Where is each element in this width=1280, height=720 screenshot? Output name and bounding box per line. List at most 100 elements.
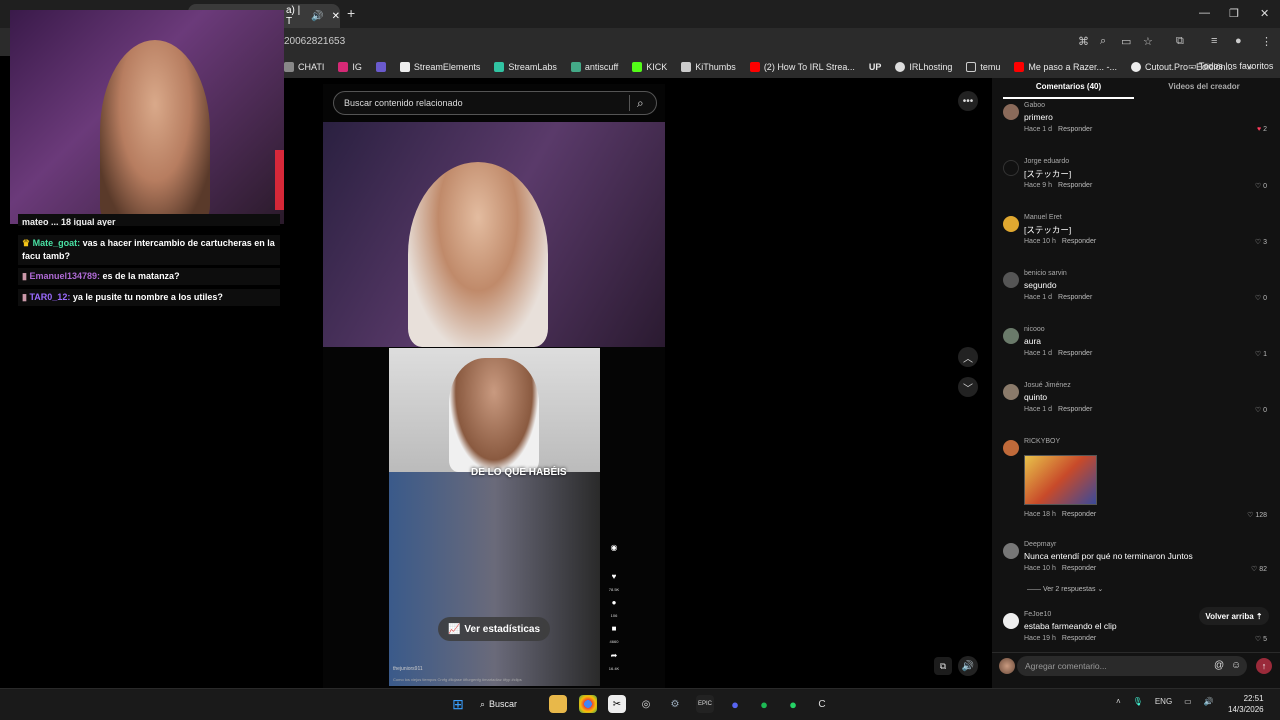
translate-icon[interactable]: ⌘	[1078, 35, 1089, 48]
discord-icon[interactable]: ●	[726, 695, 744, 713]
comment-user[interactable]: Jorge eduardo	[1024, 158, 1069, 165]
steam-icon[interactable]: ⚙	[666, 695, 684, 713]
view-stats-button[interactable]: 📈 Ver estadísticas	[438, 617, 550, 641]
like-button[interactable]: ♡ 1	[1255, 350, 1267, 358]
send-button[interactable]: ↑	[1256, 658, 1272, 674]
minimize-icon[interactable]: —	[1199, 7, 1210, 19]
avatar[interactable]	[1003, 543, 1019, 559]
avatar[interactable]	[1003, 216, 1019, 232]
app-icon[interactable]: C	[813, 695, 831, 713]
avatar[interactable]	[1003, 613, 1019, 629]
sticker-image[interactable]	[1024, 455, 1097, 505]
share-icon[interactable]: ➦	[606, 651, 622, 660]
bookmark-star-icon[interactable]: ☆	[1143, 35, 1153, 48]
menu-kebab-icon[interactable]: ⋮	[1261, 35, 1272, 48]
video-author[interactable]: thejuniors911	[393, 666, 423, 672]
comment-user[interactable]: Gaboo	[1024, 102, 1045, 109]
url-text[interactable]: 20062821653	[284, 36, 345, 47]
media-icon[interactable]: ≡	[1211, 35, 1217, 47]
mention-icon[interactable]: @	[1214, 660, 1224, 671]
windows-start-icon[interactable]: ⊞	[449, 695, 467, 713]
close-window-icon[interactable]: ✕	[1260, 7, 1269, 20]
reply-button[interactable]: Responder	[1058, 406, 1092, 413]
like-icon[interactable]: ♥	[606, 572, 622, 581]
next-video-icon[interactable]: ﹀	[958, 377, 978, 397]
avatar[interactable]	[1003, 104, 1019, 120]
comment-user[interactable]: RICKYBOY	[1024, 438, 1060, 445]
comment-input[interactable]: Agregar comentario...	[1017, 656, 1247, 676]
all-favorites-folder[interactable]: ▭ Todos los favoritos	[1188, 61, 1273, 72]
avatar[interactable]	[1003, 384, 1019, 400]
creator-avatar[interactable]: ◉	[606, 543, 622, 552]
bookmark-item[interactable]	[375, 62, 386, 72]
search-icon[interactable]: ⌕	[637, 96, 644, 111]
new-tab-button[interactable]: +	[347, 5, 355, 21]
volume-icon[interactable]: 🔊	[958, 656, 978, 676]
comment-user[interactable]: nicooo	[1024, 326, 1045, 333]
tab-creator-videos[interactable]: Videos del creador	[1134, 82, 1274, 97]
like-button[interactable]: ♡ 128	[1247, 511, 1267, 519]
profile-avatar[interactable]: ●	[1235, 35, 1242, 47]
bookmark-item[interactable]: (2) How To IRL Strea...	[749, 62, 855, 72]
obs-icon[interactable]: ◎	[637, 695, 655, 713]
extensions-icon[interactable]: ⧉	[1176, 35, 1184, 48]
language-indicator[interactable]: ENG	[1155, 697, 1172, 706]
save-icon[interactable]: ■	[606, 624, 622, 633]
previous-video-icon[interactable]: ︿	[958, 347, 978, 367]
close-tab-icon[interactable]: ✕	[332, 11, 340, 22]
bookmark-item[interactable]: IG	[338, 62, 362, 72]
avatar[interactable]	[1003, 440, 1019, 456]
reply-button[interactable]: Responder	[1058, 350, 1092, 357]
bookmark-item[interactable]: Me paso a Razer... -...	[1014, 62, 1117, 72]
microphone-icon[interactable]: 🎙	[1133, 697, 1143, 706]
zoom-icon[interactable]: ⌕	[1100, 35, 1106, 48]
bookmark-item[interactable]: StreamElements	[399, 62, 480, 72]
avatar[interactable]	[1003, 160, 1019, 176]
whatsapp-icon[interactable]: ●	[784, 695, 802, 713]
comment-user[interactable]: Josué Jiménez	[1024, 382, 1071, 389]
bookmark-item[interactable]: IRLhosting	[895, 62, 952, 72]
bookmark-item[interactable]: antiscuff	[570, 62, 618, 72]
reply-button[interactable]: Responder	[1062, 238, 1096, 245]
reply-button[interactable]: Responder	[1062, 565, 1096, 572]
like-button[interactable]: ♥ 2	[1257, 126, 1267, 133]
audio-icon[interactable]: 🔊	[311, 11, 323, 22]
bookmark-folder[interactable]: temu	[966, 62, 1000, 72]
reply-button[interactable]: Responder	[1062, 511, 1096, 518]
system-clock[interactable]: 22:51 14/3/2026	[1228, 693, 1264, 715]
avatar[interactable]	[1003, 272, 1019, 288]
bookmark-item[interactable]: StreamLabs	[494, 62, 557, 72]
epic-games-icon[interactable]: EPIC	[696, 695, 714, 713]
capcut-icon[interactable]: ✂	[608, 695, 626, 713]
like-button[interactable]: ♡ 0	[1255, 182, 1267, 190]
reply-button[interactable]: Responder	[1062, 635, 1096, 642]
like-button[interactable]: ♡ 0	[1255, 406, 1267, 414]
comment-user[interactable]: FeJoe10	[1024, 611, 1051, 618]
bookmark-item[interactable]: CHATI	[284, 62, 324, 72]
cast-icon[interactable]: ▭	[1121, 35, 1131, 48]
comment-user[interactable]: Deepmayr	[1024, 541, 1056, 548]
comment-icon[interactable]: ●	[606, 598, 622, 607]
chevron-up-icon[interactable]: ˄	[1116, 697, 1121, 706]
comment-user[interactable]: benicio sarvin	[1024, 270, 1067, 277]
bookmark-item[interactable]: KiThumbs	[681, 62, 736, 72]
like-button[interactable]: ♡ 82	[1251, 565, 1267, 573]
bookmark-item[interactable]: KICK	[632, 62, 667, 72]
reply-button[interactable]: Responder	[1058, 126, 1092, 133]
related-search-input[interactable]: Buscar contenido relacionado	[333, 91, 657, 115]
volume-icon[interactable]: 🔊	[1204, 697, 1214, 706]
spotify-icon[interactable]: ●	[755, 695, 773, 713]
more-options-icon[interactable]: •••	[958, 91, 978, 111]
emoji-icon[interactable]: ☺	[1231, 660, 1241, 671]
back-to-top-button[interactable]: Volver arriba ⇡	[1199, 607, 1269, 625]
pip-icon[interactable]: ⧉	[934, 657, 952, 675]
chrome-icon[interactable]	[579, 695, 597, 713]
comment-user[interactable]: Manuel Eret	[1024, 214, 1062, 221]
like-button[interactable]: ♡ 5	[1255, 635, 1267, 643]
bookmark-item[interactable]: UP	[869, 62, 882, 72]
avatar[interactable]	[1003, 328, 1019, 344]
tab-comments[interactable]: Comentarios (40)	[1003, 82, 1134, 99]
restore-icon[interactable]: ❐	[1229, 7, 1239, 20]
reply-button[interactable]: Responder	[1058, 294, 1092, 301]
like-button[interactable]: ♡ 0	[1255, 294, 1267, 302]
